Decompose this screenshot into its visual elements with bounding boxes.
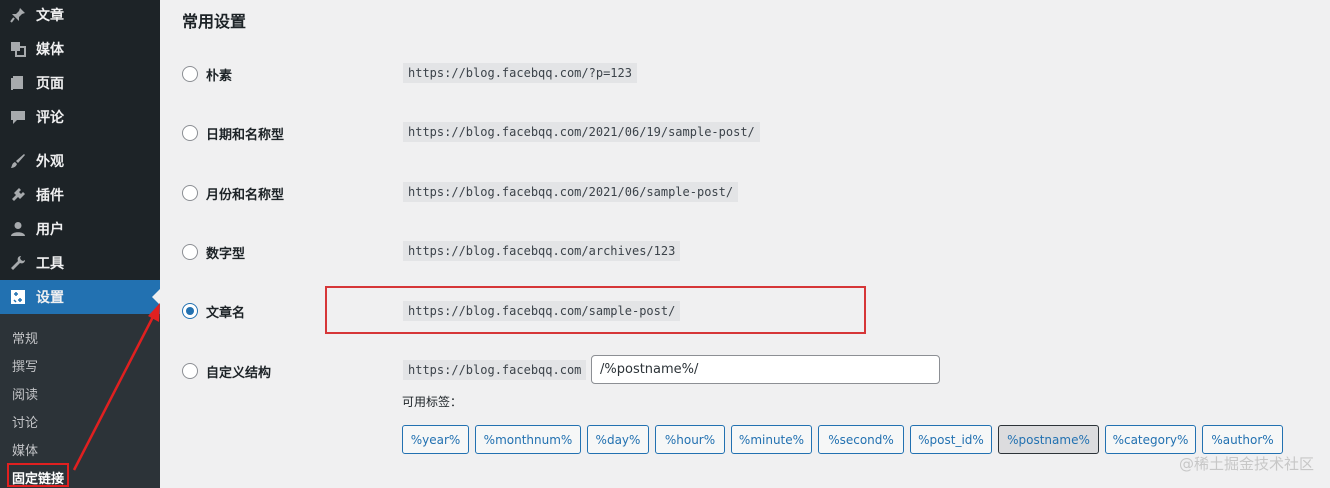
menu-item-pages[interactable]: 页面 — [0, 66, 160, 100]
permalink-option-month-name: 月份和名称型 https://blog.facebqq.com/2021/06/… — [160, 172, 1330, 212]
wrench-icon — [9, 254, 27, 272]
option-label[interactable]: 数字型 — [206, 243, 245, 262]
option-label[interactable]: 自定义结构 — [206, 362, 271, 381]
tag-button-year[interactable]: %year% — [402, 425, 469, 454]
menu-item-comments[interactable]: 评论 — [0, 100, 160, 134]
menu-item-posts[interactable]: 文章 — [0, 0, 160, 32]
radio-plain[interactable] — [182, 66, 198, 82]
tag-button-author[interactable]: %author% — [1202, 425, 1283, 454]
radio-month-name[interactable] — [182, 185, 198, 201]
submenu-item-reading[interactable]: 阅读 — [12, 384, 38, 403]
custom-structure-input[interactable] — [591, 355, 940, 384]
plugin-icon — [9, 186, 27, 204]
watermark-text: @稀土掘金技术社区 — [1178, 455, 1314, 473]
comment-icon — [9, 108, 27, 126]
tag-button-minute[interactable]: %minute% — [731, 425, 812, 454]
page-icon — [9, 74, 27, 92]
option-url: https://blog.facebqq.com/2021/06/sample-… — [403, 182, 739, 202]
tag-button-hour[interactable]: %hour% — [655, 425, 725, 454]
menu-item-label: 工具 — [36, 256, 64, 272]
media-icon — [9, 40, 27, 58]
tag-button-day[interactable]: %day% — [587, 425, 649, 454]
menu-item-label: 媒体 — [36, 42, 64, 58]
admin-sidebar: 文章 媒体 页面 评论 外观 插件 用户 工具 设置 常规 撰写 阅读 讨论 媒… — [0, 0, 160, 488]
option-url: https://blog.facebqq.com/2021/06/19/samp… — [403, 122, 760, 142]
menu-item-label: 用户 — [36, 222, 64, 238]
menu-item-media[interactable]: 媒体 — [0, 32, 160, 66]
option-url: https://blog.facebqq.com — [403, 360, 587, 380]
submenu-item-discussion[interactable]: 讨论 — [12, 412, 38, 431]
option-label[interactable]: 日期和名称型 — [206, 124, 284, 143]
menu-item-tools[interactable]: 工具 — [0, 246, 160, 280]
radio-numeric[interactable] — [182, 244, 198, 260]
menu-item-settings[interactable]: 设置 — [0, 280, 160, 314]
option-label[interactable]: 月份和名称型 — [206, 184, 284, 203]
radio-custom[interactable] — [182, 363, 198, 379]
submenu-item-general[interactable]: 常规 — [12, 328, 38, 347]
available-tags-label: 可用标签： — [402, 395, 463, 409]
tag-button-monthnum[interactable]: %monthnum% — [475, 425, 581, 454]
permalink-option-numeric: 数字型 https://blog.facebqq.com/archives/12… — [160, 231, 1330, 271]
option-url: https://blog.facebqq.com/?p=123 — [403, 63, 637, 83]
menu-item-label: 设置 — [36, 290, 64, 306]
menu-item-users[interactable]: 用户 — [0, 212, 160, 246]
radio-post-name[interactable] — [182, 303, 198, 319]
radio-day-name[interactable] — [182, 125, 198, 141]
menu-item-label: 页面 — [36, 76, 64, 92]
permalink-option-day-name: 日期和名称型 https://blog.facebqq.com/2021/06/… — [160, 112, 1330, 152]
settings-submenu: 常规 撰写 阅读 讨论 媒体 固定链接 — [0, 314, 160, 488]
permalink-highlight-box — [7, 463, 69, 487]
menu-item-appearance[interactable]: 外观 — [0, 144, 160, 178]
main-content: 常用设置 朴素 https://blog.facebqq.com/?p=123 … — [160, 0, 1330, 488]
pin-icon — [9, 6, 27, 24]
menu-item-label: 评论 — [36, 110, 64, 126]
permalink-option-plain: 朴素 https://blog.facebqq.com/?p=123 — [160, 53, 1330, 93]
submenu-item-media[interactable]: 媒体 — [12, 440, 38, 459]
tag-button-category[interactable]: %category% — [1105, 425, 1196, 454]
user-icon — [9, 220, 27, 238]
menu-item-label: 文章 — [36, 8, 64, 24]
tag-button-postname[interactable]: %postname% — [998, 425, 1099, 454]
tag-button-second[interactable]: %second% — [818, 425, 904, 454]
settings-icon — [9, 288, 27, 306]
menu-item-label: 外观 — [36, 154, 64, 170]
tag-button-post-id[interactable]: %post_id% — [910, 425, 992, 454]
option-label[interactable]: 文章名 — [206, 302, 245, 321]
option-url: https://blog.facebqq.com/archives/123 — [403, 241, 681, 261]
menu-item-label: 插件 — [36, 188, 64, 204]
option-label[interactable]: 朴素 — [206, 65, 232, 84]
menu-item-plugins[interactable]: 插件 — [0, 178, 160, 212]
brush-icon — [9, 152, 27, 170]
submenu-item-writing[interactable]: 撰写 — [12, 356, 38, 375]
selected-option-highlight — [325, 286, 866, 334]
section-title: 常用设置 — [182, 12, 247, 31]
